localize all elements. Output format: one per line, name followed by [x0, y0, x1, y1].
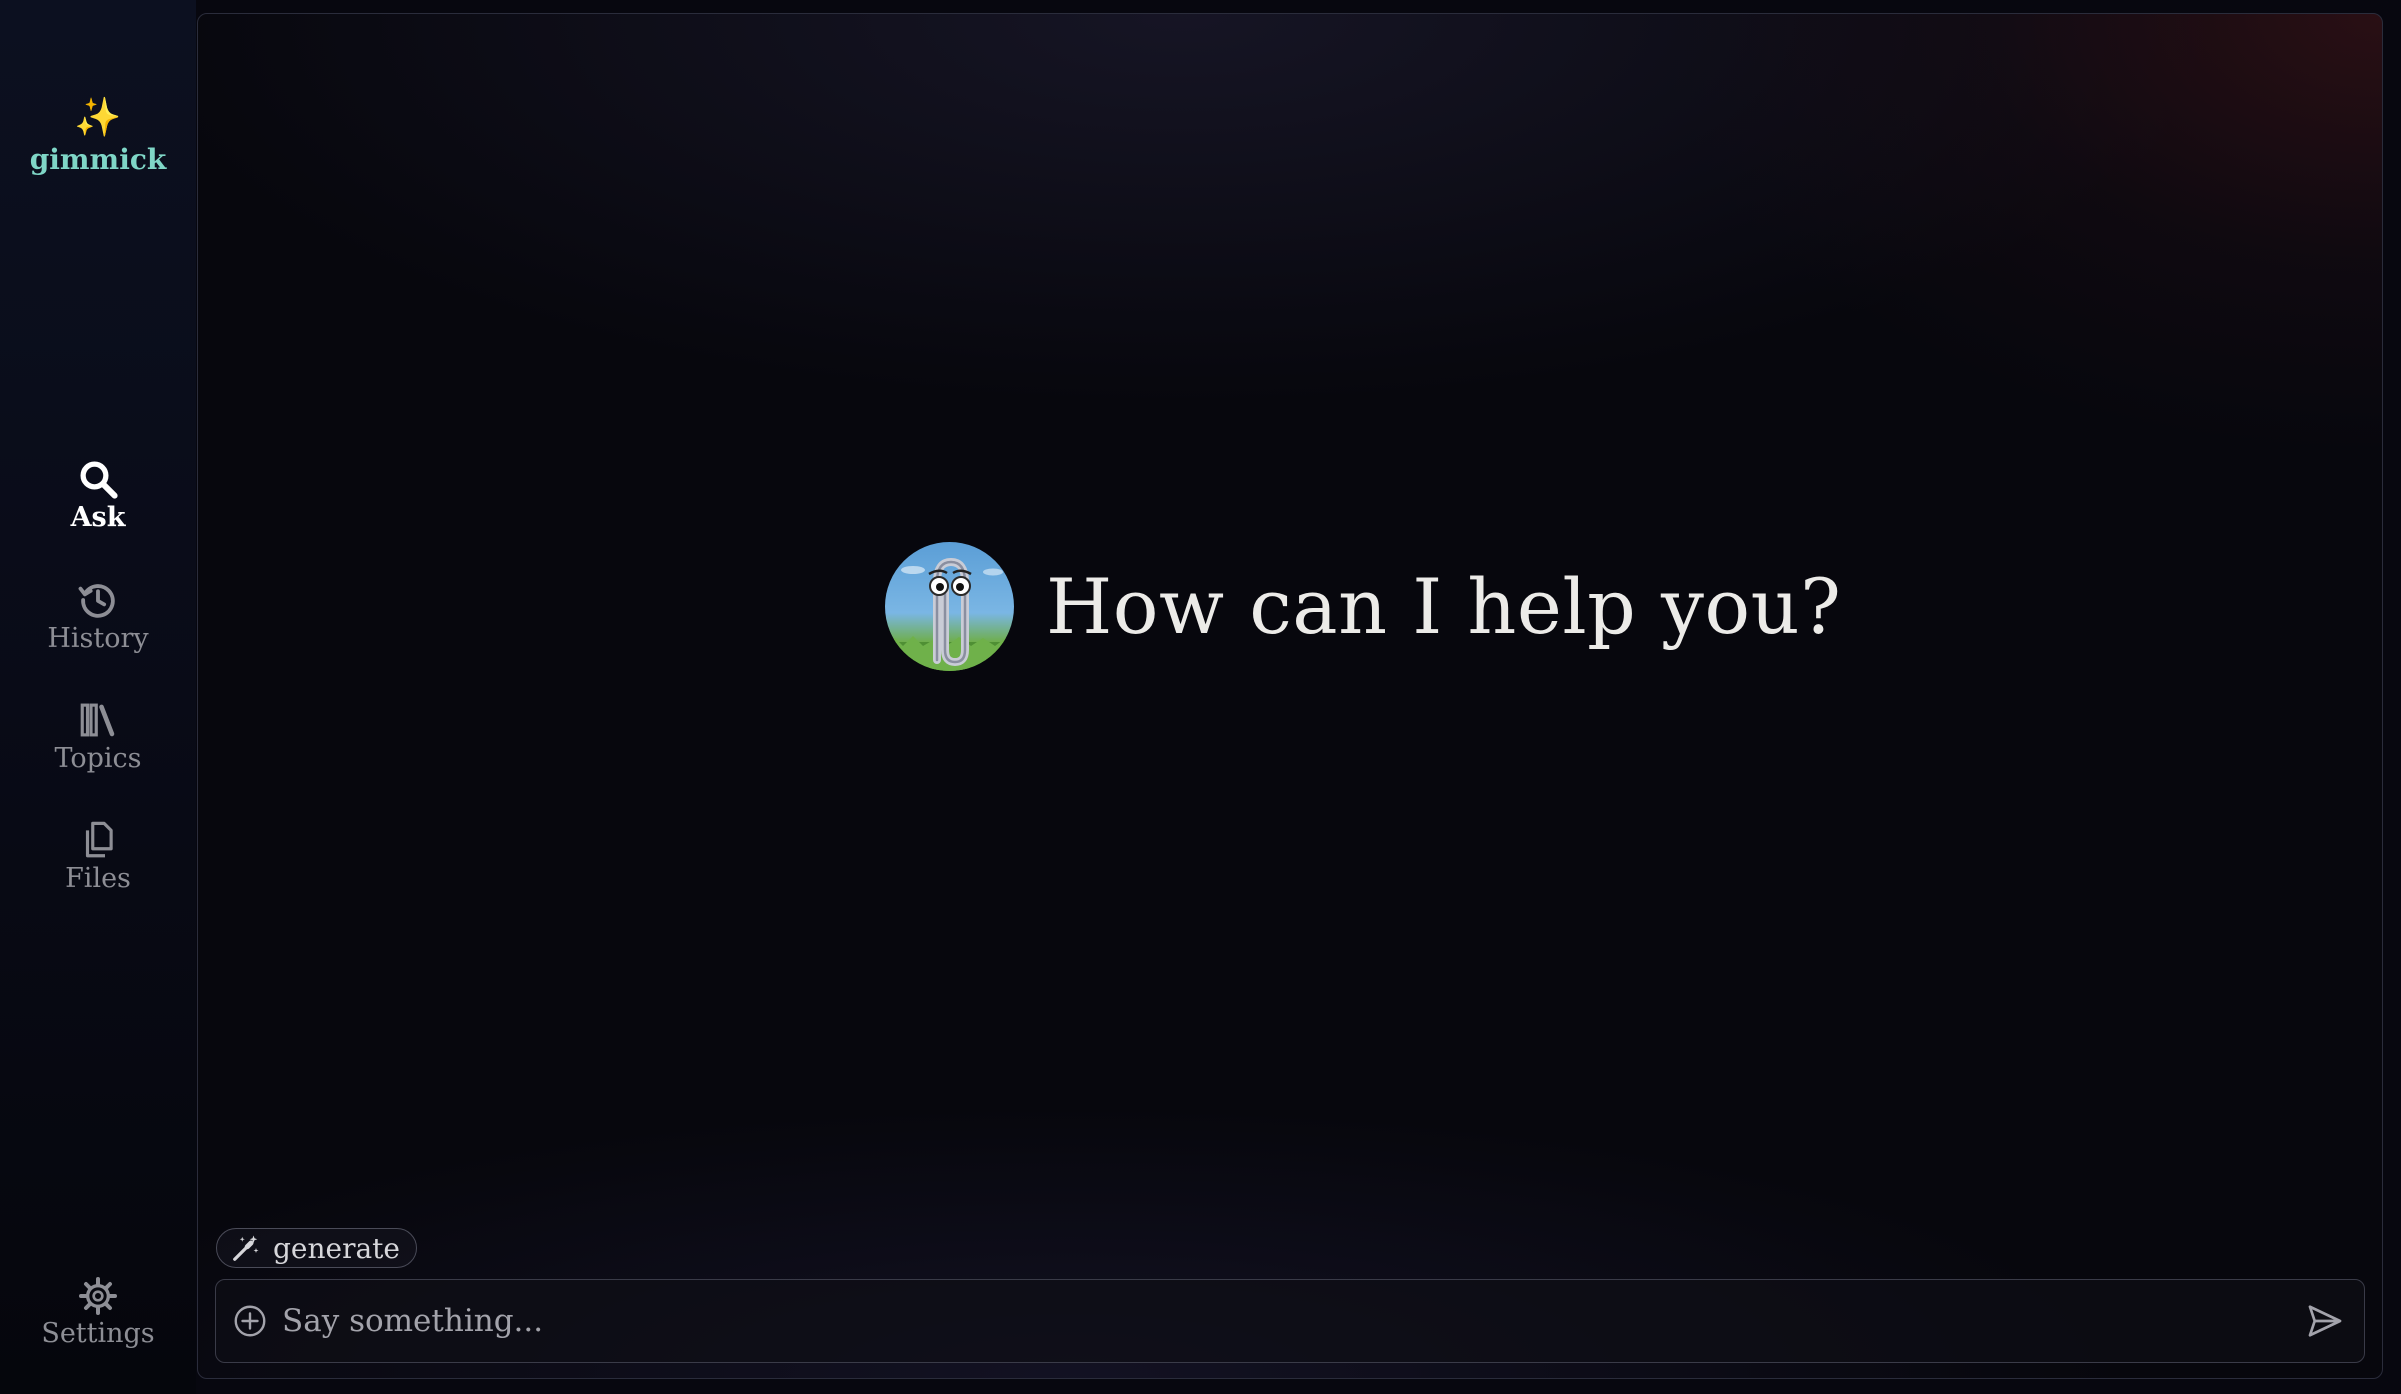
magic-wand-icon	[233, 1235, 259, 1261]
brand: ✨ gimmick	[0, 95, 196, 176]
send-icon	[2308, 1305, 2342, 1337]
settings-label: Settings	[41, 1318, 155, 1349]
assistant-avatar	[885, 542, 1014, 671]
sidebar-item-history[interactable]: History	[0, 579, 196, 654]
message-input[interactable]	[280, 1302, 2306, 1340]
chat-panel: How can I help you? generate	[197, 13, 2383, 1379]
generate-chip-label: generate	[273, 1231, 400, 1265]
add-attachment-button[interactable]	[232, 1303, 268, 1339]
books-icon	[80, 703, 115, 737]
send-button[interactable]	[2306, 1302, 2344, 1340]
plus-circle-icon	[234, 1305, 266, 1337]
app-window: ✨ gimmick Ask History Topics Files Setti…	[0, 0, 2401, 1394]
search-icon	[80, 461, 118, 499]
sidebar-item-settings[interactable]: Settings	[0, 1276, 196, 1349]
files-icon	[85, 821, 113, 858]
gear-icon	[78, 1276, 118, 1316]
paperclip-assistant-avatar	[885, 557, 1014, 671]
brand-name: gimmick	[29, 143, 167, 176]
sidebar-item-label: History	[47, 623, 149, 654]
sparkles-icon: ✨	[74, 95, 122, 139]
sidebar-item-label: Topics	[54, 743, 142, 774]
greeting-hero: How can I help you?	[885, 542, 1841, 671]
generate-chip[interactable]: generate	[216, 1228, 417, 1268]
sidebar: ✨ gimmick Ask History Topics Files Setti…	[0, 0, 196, 1394]
greeting-title: How can I help you?	[1046, 562, 1842, 651]
sidebar-item-label: Files	[65, 863, 131, 894]
sidebar-item-files[interactable]: Files	[0, 819, 196, 894]
sidebar-item-label: Ask	[70, 502, 126, 533]
sidebar-item-topics[interactable]: Topics	[0, 699, 196, 774]
sidebar-item-ask[interactable]: Ask	[0, 458, 196, 533]
history-icon	[78, 584, 115, 618]
message-composer	[215, 1279, 2365, 1363]
